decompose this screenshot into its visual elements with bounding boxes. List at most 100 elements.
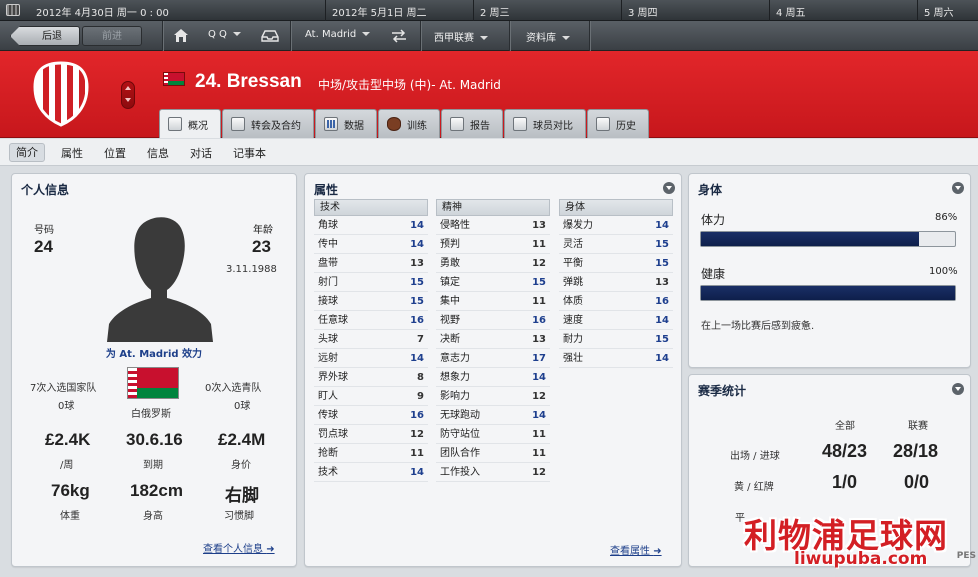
attribute-row[interactable]: 镇定 15 <box>436 273 550 292</box>
attribute-row[interactable]: 体质 16 <box>559 292 673 311</box>
attribute-row[interactable]: 角球 14 <box>314 216 428 235</box>
attribute-row[interactable]: 任意球 16 <box>314 311 428 330</box>
health-bar-fill <box>701 286 955 300</box>
attribute-name: 头球 <box>318 334 338 345</box>
attribute-value: 15 <box>532 277 546 288</box>
cards-league: 0/0 <box>904 472 930 492</box>
attribute-row[interactable]: 头球 7 <box>314 330 428 349</box>
attribute-row[interactable]: 盘带 13 <box>314 254 428 273</box>
view-personal-info-link[interactable]: 查看个人信息 ➜ <box>203 540 275 555</box>
technical-attributes: 技术 角球 14 传中 14 盘带 13 射门 15 接球 15 任意球 16 头球 7 远射 14 界外球 8 盯… <box>314 199 428 482</box>
league-menu[interactable]: 西甲联赛 <box>434 29 488 44</box>
arrow-right-icon: ➜ <box>653 546 662 557</box>
attribute-value: 13 <box>532 220 546 231</box>
tab-training[interactable]: 训练 <box>378 109 440 138</box>
calendar-day[interactable]: 5 周六 <box>917 0 978 21</box>
main-tabs: 概况 转会及合约 数据 训练 报告 球员对比 历史 <box>159 109 650 138</box>
attribute-name: 集中 <box>440 296 460 307</box>
attribute-row[interactable]: 传中 14 <box>314 235 428 254</box>
attribute-row[interactable]: 传球 16 <box>314 406 428 425</box>
tab-transfer[interactable]: 转会及合约 <box>222 109 314 138</box>
tab-history[interactable]: 历史 <box>587 109 649 138</box>
calendar-day[interactable]: 4 周五 <box>769 0 917 21</box>
attribute-row[interactable]: 影响力 12 <box>436 387 550 406</box>
fitness-note: 在上一场比赛后感到疲惫. <box>701 321 815 332</box>
tab-compare[interactable]: 球员对比 <box>504 109 586 138</box>
attribute-value: 16 <box>410 315 424 326</box>
attribute-row[interactable]: 罚点球 12 <box>314 425 428 444</box>
attribute-row[interactable]: 防守站位 11 <box>436 425 550 444</box>
attribute-row[interactable]: 射门 15 <box>314 273 428 292</box>
calendar-day[interactable]: 3 周四 <box>621 0 769 21</box>
subtab-summary[interactable]: 简介 <box>9 143 45 162</box>
attribute-row[interactable]: 弹跳 13 <box>559 273 673 292</box>
attribute-row[interactable]: 侵略性 13 <box>436 216 550 235</box>
user-menu[interactable]: Q Q <box>208 29 241 40</box>
subtab-notes[interactable]: 记事本 <box>233 145 266 161</box>
attribute-row[interactable]: 意志力 17 <box>436 349 550 368</box>
home-icon[interactable] <box>173 28 189 43</box>
attribute-row[interactable]: 团队合作 11 <box>436 444 550 463</box>
attribute-row[interactable]: 界外球 8 <box>314 368 428 387</box>
swap-icon[interactable] <box>390 29 408 43</box>
attribute-row[interactable]: 盯人 9 <box>314 387 428 406</box>
attribute-value: 11 <box>532 239 546 250</box>
attribute-row[interactable]: 平衡 15 <box>559 254 673 273</box>
current-date: 2012年 4月30日 周一 0 : 00 <box>36 8 169 19</box>
panel-menu-icon[interactable] <box>952 383 964 395</box>
attribute-name: 无球跑动 <box>440 410 480 421</box>
attribute-value: 11 <box>532 296 546 307</box>
arrow-down-icon[interactable] <box>125 98 131 102</box>
attribute-row[interactable]: 耐力 15 <box>559 330 673 349</box>
tab-stats[interactable]: 数据 <box>315 109 377 138</box>
club-crest-icon[interactable] <box>31 61 91 127</box>
attribute-row[interactable]: 预判 11 <box>436 235 550 254</box>
calendar-day[interactable]: 2012年 5月1日 周二 <box>325 0 473 21</box>
attribute-value: 14 <box>655 353 669 364</box>
forward-button[interactable]: 前进 <box>82 26 142 46</box>
back-button[interactable]: 后退 <box>10 26 80 46</box>
view-attributes-link[interactable]: 查看属性 ➜ <box>610 542 662 557</box>
tab-reports[interactable]: 报告 <box>441 109 503 138</box>
arrow-up-icon[interactable] <box>125 86 131 90</box>
attribute-row[interactable]: 强壮 14 <box>559 349 673 368</box>
player-switch-control[interactable] <box>121 81 135 109</box>
attribute-name: 角球 <box>318 220 338 231</box>
attribute-row[interactable]: 抢断 11 <box>314 444 428 463</box>
calendar-icon[interactable] <box>6 4 20 16</box>
subtab-info[interactable]: 信息 <box>147 145 169 161</box>
rugby-ball-icon <box>387 117 401 131</box>
attribute-row[interactable]: 工作投入 12 <box>436 463 550 482</box>
panel-title: 个人信息 <box>21 183 70 197</box>
panel-menu-icon[interactable] <box>663 182 675 194</box>
attribute-value: 14 <box>410 467 424 478</box>
inbox-icon[interactable] <box>261 30 279 42</box>
link-label: 查看属性 <box>610 546 650 557</box>
tab-overview[interactable]: 概况 <box>159 109 221 138</box>
club-link[interactable]: 为 At. Madrid 效力 <box>12 345 296 360</box>
attribute-row[interactable]: 决断 13 <box>436 330 550 349</box>
subtab-attributes[interactable]: 属性 <box>61 145 83 161</box>
attribute-row[interactable]: 想象力 14 <box>436 368 550 387</box>
calendar-day[interactable]: 2 周三 <box>473 0 621 21</box>
attribute-row[interactable]: 接球 15 <box>314 292 428 311</box>
attribute-row[interactable]: 视野 16 <box>436 311 550 330</box>
attribute-row[interactable]: 爆发力 14 <box>559 216 673 235</box>
attribute-row[interactable]: 速度 14 <box>559 311 673 330</box>
attribute-row[interactable]: 灵活 15 <box>559 235 673 254</box>
attribute-row[interactable]: 技术 14 <box>314 463 428 482</box>
bar-chart-icon <box>324 117 338 131</box>
panel-title: 身体 <box>698 183 723 197</box>
attribute-row[interactable]: 集中 11 <box>436 292 550 311</box>
navigation-bar: 后退 前进 Q Q At. Madrid 西甲联赛 资料库 <box>0 21 978 51</box>
attribute-row[interactable]: 远射 14 <box>314 349 428 368</box>
attribute-row[interactable]: 勇敢 12 <box>436 254 550 273</box>
attribute-value: 14 <box>410 220 424 231</box>
database-menu[interactable]: 资料库 <box>526 29 570 44</box>
subtab-interaction[interactable]: 对话 <box>190 145 212 161</box>
panel-menu-icon[interactable] <box>952 182 964 194</box>
club-menu[interactable]: At. Madrid <box>305 29 371 40</box>
subtab-positions[interactable]: 位置 <box>104 145 126 161</box>
attribute-row[interactable]: 无球跑动 14 <box>436 406 550 425</box>
nation-name: 白俄罗斯 <box>131 409 171 420</box>
